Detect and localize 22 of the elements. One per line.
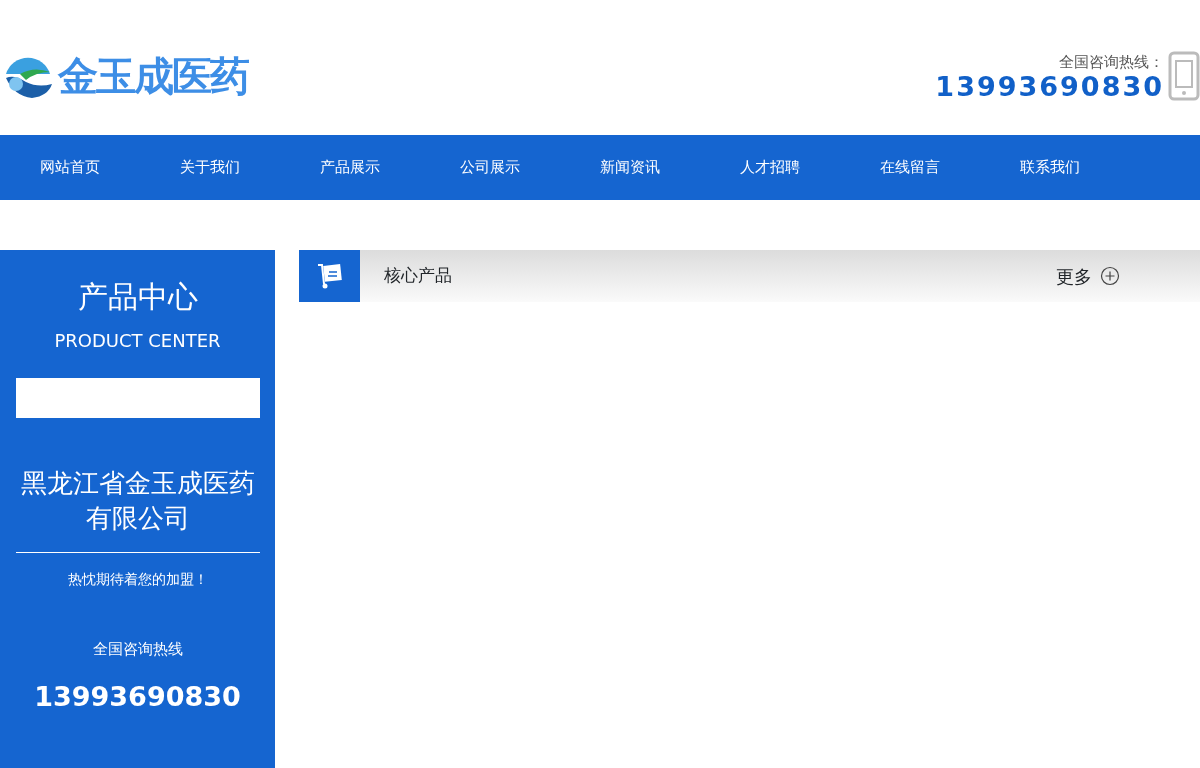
nav-link[interactable]: 人才招聘: [700, 156, 840, 179]
nav-link[interactable]: 公司展示: [420, 156, 560, 179]
phone-icon: [1168, 50, 1200, 101]
sidebar-title: 产品中心: [77, 278, 198, 316]
hotline-number: 13993690830: [34, 679, 241, 714]
hotline-number: 13993690830: [935, 73, 1164, 101]
sidebar-subtitle: PRODUCT CENTER: [54, 329, 221, 353]
company-name: 黑龙江省金玉成医药有限公司: [19, 467, 256, 536]
hotline-label: 全国咨询热线: [92, 639, 183, 661]
hotline-label: 全国咨询热线：: [1058, 51, 1164, 73]
more-link[interactable]: 更多: [1056, 262, 1092, 290]
slogan-text: 热忱期待着您的加盟！: [67, 570, 208, 590]
nav-link[interactable]: 新闻资讯: [560, 156, 700, 179]
nav-link[interactable]: 在线留言: [840, 156, 980, 179]
nav-link[interactable]: 产品展示: [280, 156, 420, 179]
section-title: 核心产品: [384, 264, 452, 288]
nav-link[interactable]: 网站首页: [0, 156, 140, 179]
cart-icon: [315, 262, 344, 290]
logo-text[interactable]: 金玉成医药: [58, 45, 248, 106]
plus-icon[interactable]: [1100, 266, 1120, 286]
nav-link[interactable]: 关于我们: [140, 156, 280, 179]
nav-link[interactable]: 联系我们: [980, 156, 1120, 179]
